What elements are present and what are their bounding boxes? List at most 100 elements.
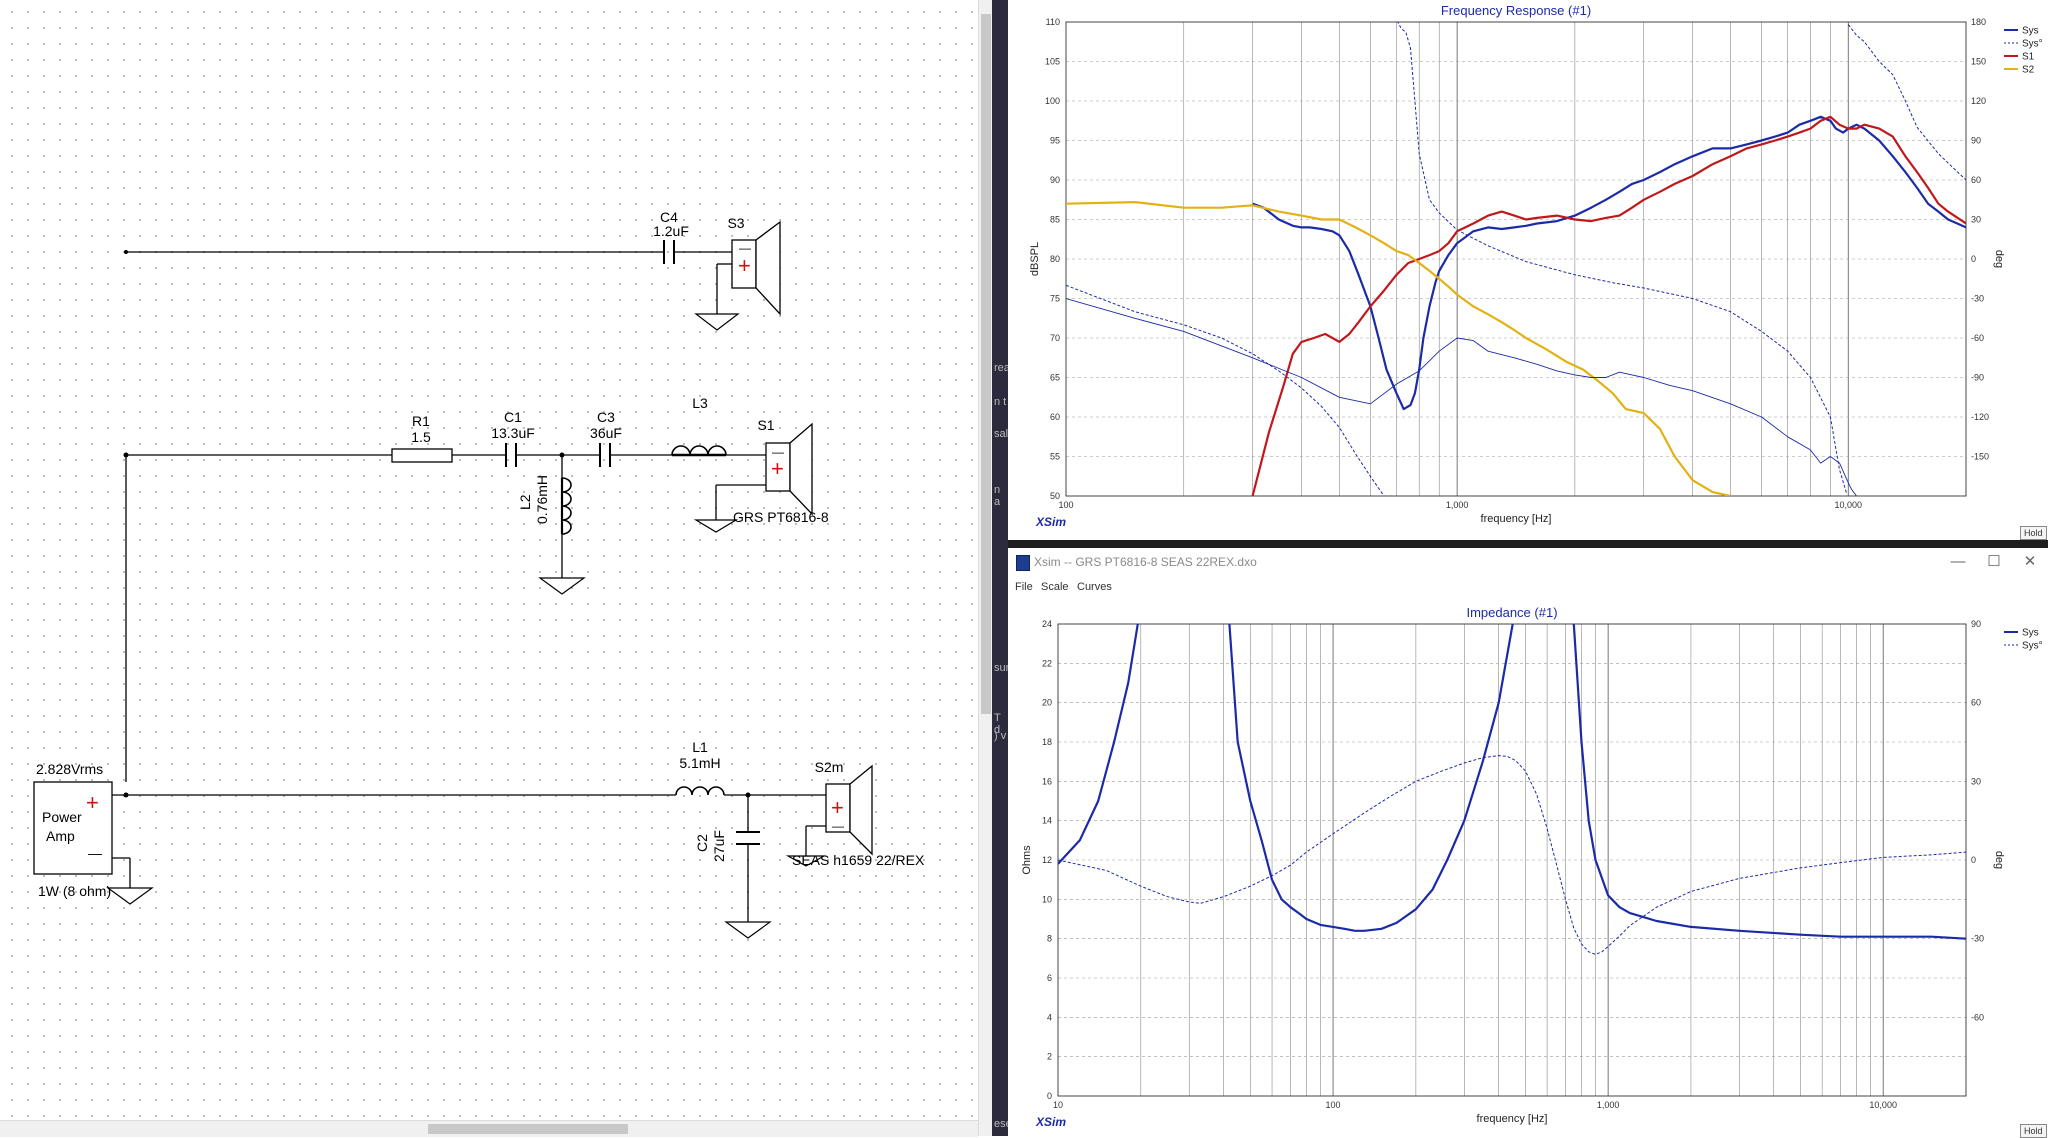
menu-file[interactable]: File xyxy=(1015,581,1033,593)
y-tick-label: 24 xyxy=(1042,619,1052,629)
r1-value: 1.5 xyxy=(411,429,431,445)
y2-axis-label: deg xyxy=(1993,851,2005,869)
series-line-sys xyxy=(1058,624,1966,940)
l1-name: L1 xyxy=(692,739,708,755)
s2m-driver-label: SEAS h1659 22/REX xyxy=(792,852,925,868)
schematic-horizontal-scrollbar[interactable] xyxy=(0,1120,978,1137)
y-tick-label: 6 xyxy=(1047,973,1052,983)
y-tick-label: 75 xyxy=(1050,294,1060,304)
menu-curves[interactable]: Curves xyxy=(1077,581,1112,593)
l2-value: 0.76mH xyxy=(534,474,550,524)
y-axis-label: Ohms xyxy=(1021,845,1033,875)
bg-text-fragment: n a xyxy=(994,484,1001,508)
s2m-plus: + xyxy=(831,795,844,820)
amp-label-line2: Amp xyxy=(46,828,75,844)
y2-tick-label: -120 xyxy=(1971,412,1989,422)
bg-text-fragment: sal xyxy=(994,428,1009,440)
y-tick-label: 85 xyxy=(1050,215,1060,225)
x-tick-label: 10,000 xyxy=(1869,1100,1897,1110)
close-button[interactable]: ✕ xyxy=(2012,551,2048,573)
plot-frame xyxy=(1057,623,1967,1097)
window-title: Xsim -- GRS PT6816-8 SEAS 22REX.dxo xyxy=(1034,555,1257,569)
xsim-brand-label: XSim xyxy=(1035,515,1066,529)
y-tick-label: 14 xyxy=(1042,816,1052,826)
legend-entry: Sys° xyxy=(2022,39,2043,50)
menu-scale[interactable]: Scale xyxy=(1041,581,1069,593)
s3-minus: — xyxy=(739,241,751,255)
s1-driver-label: GRS PT6816-8 xyxy=(733,509,829,525)
legend-entry: S1 xyxy=(2022,52,2035,63)
y2-tick-label: 30 xyxy=(1971,215,1981,225)
hold-button[interactable]: Hold xyxy=(2020,526,2047,540)
legend-entry: Sys xyxy=(2022,26,2039,37)
y2-tick-label: -60 xyxy=(1971,333,1984,343)
amp-label-line1: Power xyxy=(42,809,82,825)
xsim-app-icon xyxy=(1016,555,1030,571)
s1-minus: — xyxy=(772,445,784,459)
y2-tick-label: -30 xyxy=(1971,934,1984,944)
impedance-chart[interactable]: 024681012141618202224-60-30030609010 100 1… xyxy=(1008,598,2048,1136)
window-divider xyxy=(1008,540,2048,548)
c1-name: C1 xyxy=(504,409,522,425)
y2-tick-label: -60 xyxy=(1971,1012,1984,1022)
s3-plus: + xyxy=(738,253,751,278)
y2-tick-label: 180 xyxy=(1971,17,1986,27)
y2-tick-label: 90 xyxy=(1971,136,1981,146)
x-tick-label: 100 xyxy=(1326,1100,1341,1110)
bg-text-fragment: sur xyxy=(994,662,1010,674)
s1-name: S1 xyxy=(757,417,775,433)
amp-plus: + xyxy=(86,790,99,815)
l2-name: L2 xyxy=(517,494,533,510)
series-line-phase-trace xyxy=(1066,298,1857,496)
s1-plus: + xyxy=(771,456,784,481)
x-axis-label: frequency [Hz] xyxy=(1477,1113,1548,1125)
window-title-bar[interactable]: Xsim -- GRS PT6816-8 SEAS 22REX.dxo — ☐ … xyxy=(1008,548,2048,577)
x-tick-label: 1,000 xyxy=(1597,1100,1620,1110)
series-line-sys xyxy=(1252,115,1966,411)
maximize-button[interactable]: ☐ xyxy=(1976,551,2012,573)
legend-entry: S2 xyxy=(2022,65,2035,76)
y-tick-label: 60 xyxy=(1050,412,1060,422)
schematic-canvas[interactable]: C4 1.2uF S3 + — R1 1.5 C1 13.3uF C3 36uF… xyxy=(0,0,980,1136)
y-tick-label: 12 xyxy=(1042,855,1052,865)
x-tick-label: 10 xyxy=(1053,1100,1063,1110)
y2-tick-label: 30 xyxy=(1971,776,1981,786)
impedance-window: Xsim -- GRS PT6816-8 SEAS 22REX.dxo — ☐ … xyxy=(1008,548,2048,1138)
y-tick-label: 22 xyxy=(1042,658,1052,668)
horizontal-scroll-thumb[interactable] xyxy=(428,1124,628,1134)
schematic-wires xyxy=(33,220,873,939)
y-tick-label: 55 xyxy=(1050,452,1060,462)
x-axis-label: frequency [Hz] xyxy=(1481,513,1552,525)
x-tick-label: 10,000 xyxy=(1834,500,1862,510)
y-tick-label: 0 xyxy=(1047,1091,1052,1101)
frequency-response-window: 50 55 60 65 70 75 80 85 90 95 100 105 110 -150 -120 -90… xyxy=(1008,0,2048,540)
c4-name: C4 xyxy=(660,209,678,225)
s2m-name: S2m xyxy=(814,759,844,775)
l3-name: L3 xyxy=(692,395,708,411)
y-tick-label: 70 xyxy=(1050,333,1060,343)
c3-value: 36uF xyxy=(590,425,622,441)
vertical-scroll-thumb[interactable] xyxy=(981,14,991,714)
y-tick-label: 95 xyxy=(1050,136,1060,146)
minimize-button[interactable]: — xyxy=(1940,551,1976,573)
c1-value: 13.3uF xyxy=(491,425,535,441)
y2-tick-label: 0 xyxy=(1971,254,1976,264)
schematic-vertical-scrollbar[interactable] xyxy=(978,0,993,1136)
y2-tick-label: 60 xyxy=(1971,698,1981,708)
frequency-response-chart[interactable]: 50556065707580859095100105110-150-120-90… xyxy=(1008,0,2048,540)
menu-bar: File Scale Curves xyxy=(1008,576,2048,598)
series-line-s1 xyxy=(1251,115,1966,496)
y-tick-label: 100 xyxy=(1045,96,1060,106)
background-window-fragment: rea n t sal n a sur T d ) v ese xyxy=(992,0,1012,1136)
amp-rating: 1W (8 ohm) xyxy=(38,883,112,899)
r1-name: R1 xyxy=(412,413,430,429)
y2-tick-label: 120 xyxy=(1971,96,1986,106)
y-tick-label: 10 xyxy=(1042,894,1052,904)
c2-value: 27uF xyxy=(711,830,727,862)
y-axis-label: dBSPL xyxy=(1029,242,1041,276)
bg-text-fragment: ) v xyxy=(994,730,1007,742)
chart-title: Impedance (#1) xyxy=(1466,605,1557,620)
y-tick-label: 8 xyxy=(1047,934,1052,944)
y-tick-label: 2 xyxy=(1047,1052,1052,1062)
chart-title: Frequency Response (#1) xyxy=(1441,3,1591,18)
